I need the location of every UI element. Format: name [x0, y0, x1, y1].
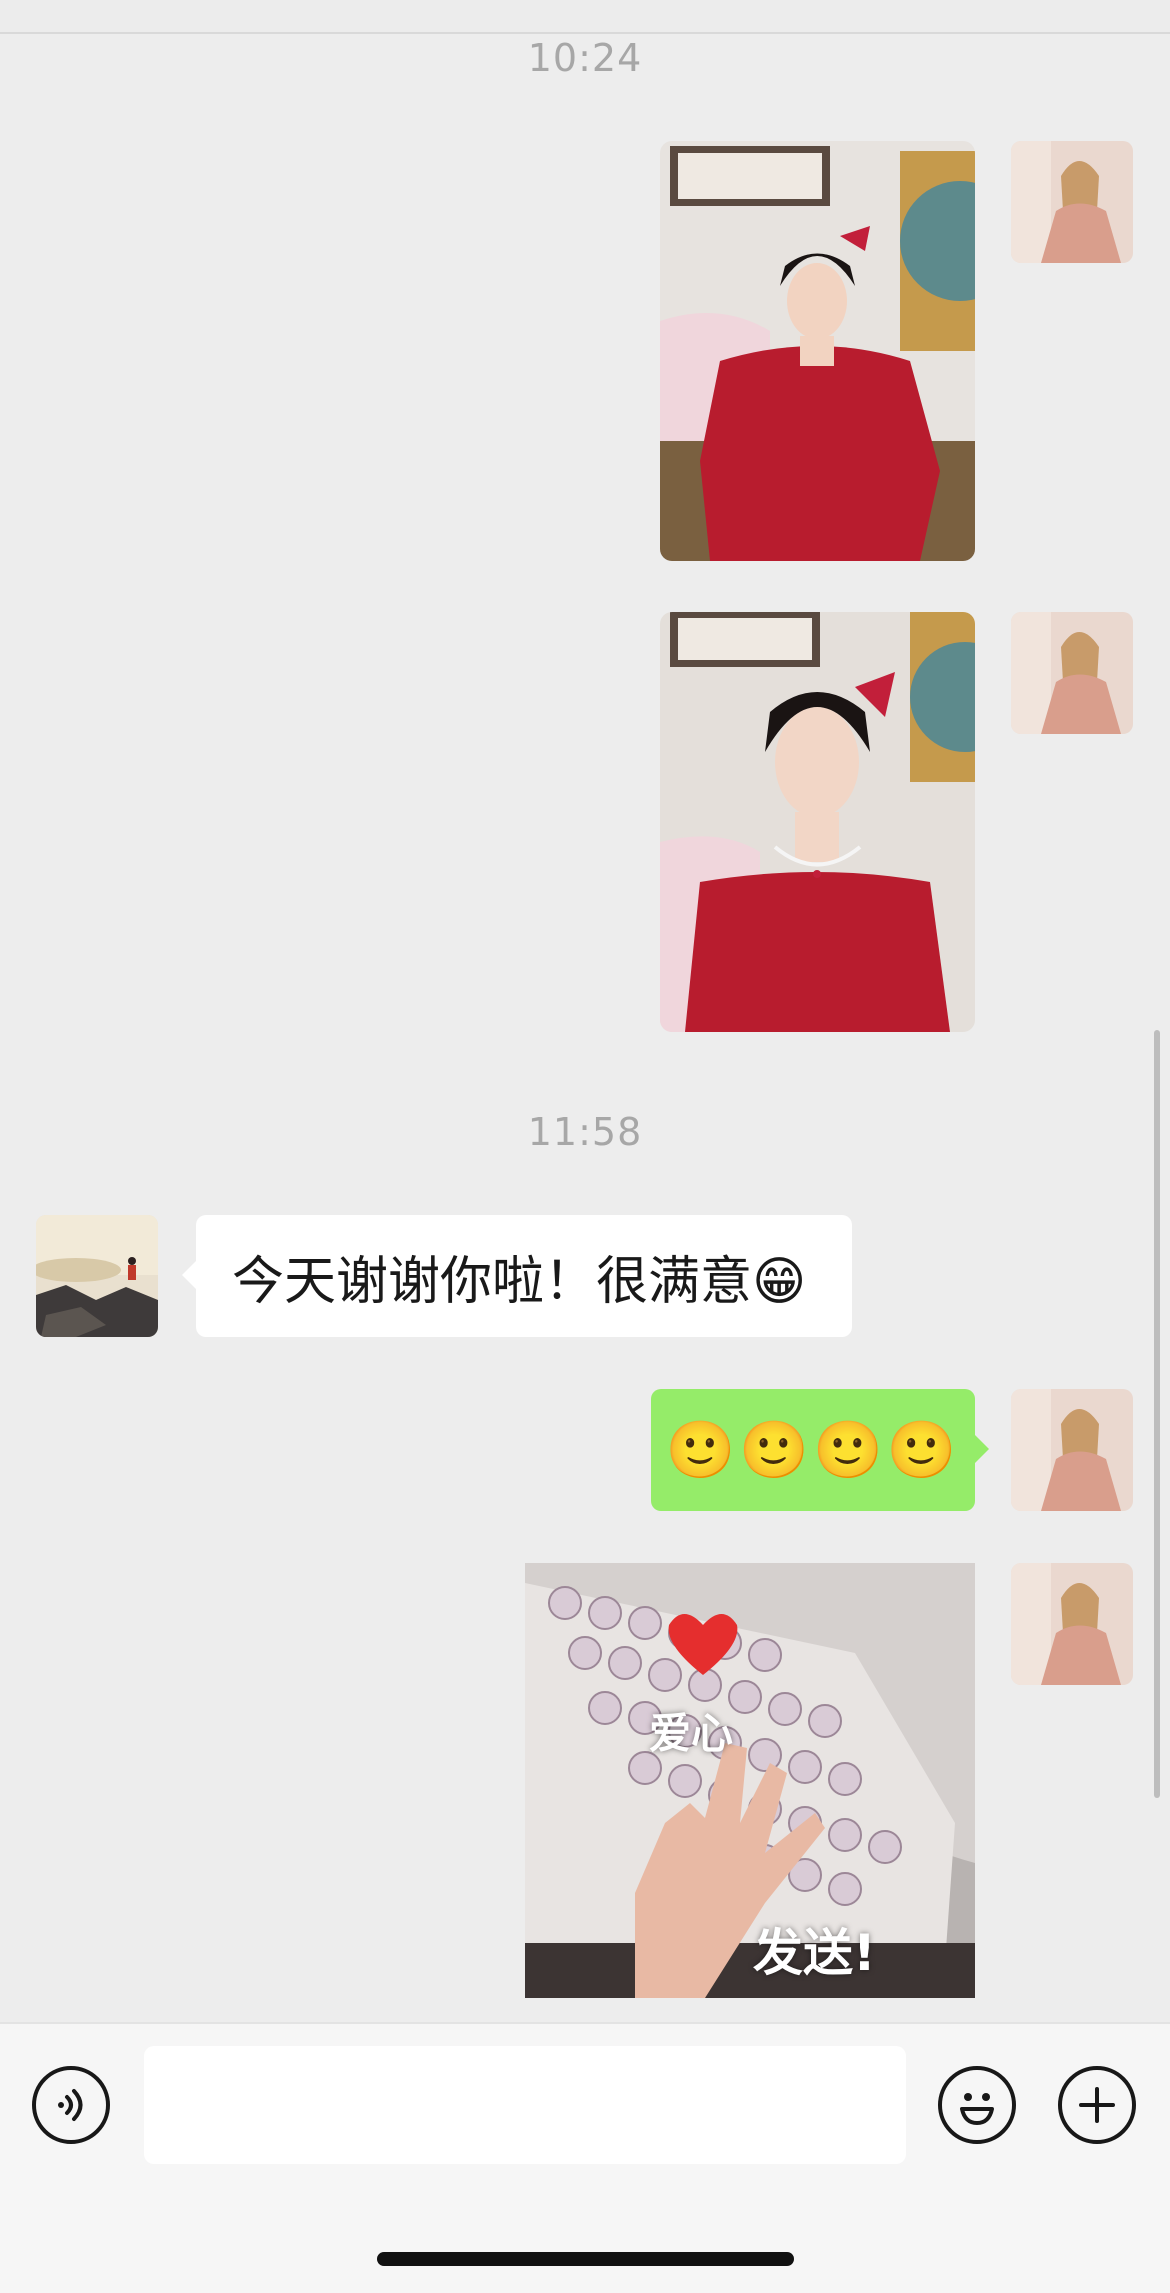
scrollbar[interactable]	[1154, 1030, 1160, 1798]
image-message[interactable]	[660, 141, 975, 561]
sticker-caption: 爱心	[649, 1709, 734, 1758]
emoji-button[interactable]	[938, 2066, 1016, 2144]
incoming-message-bubble[interactable]: 今天谢谢你啦！很满意😁	[182, 1215, 852, 1337]
my-avatar[interactable]	[1011, 1563, 1133, 1685]
image-message[interactable]	[660, 612, 975, 1032]
my-avatar[interactable]	[1011, 1389, 1133, 1511]
my-avatar[interactable]	[1011, 141, 1133, 263]
sticker-caption: 发送!	[753, 1924, 876, 1982]
voice-icon	[58, 2089, 83, 2121]
message-input[interactable]	[144, 2046, 906, 2164]
my-avatar[interactable]	[1011, 612, 1133, 734]
outgoing-message-bubble[interactable]: 🙂🙂🙂🙂	[651, 1389, 989, 1511]
add-button[interactable]	[1058, 2066, 1136, 2144]
sticker-message[interactable]: 爱心 发送!	[525, 1563, 975, 1998]
top-edge	[0, 0, 1170, 34]
message-timestamp: 11:58	[527, 1110, 643, 1154]
contact-avatar[interactable]	[36, 1215, 158, 1337]
emoji-icon	[960, 2093, 994, 2125]
message-timestamp: 10:24	[527, 36, 643, 80]
home-indicator	[377, 2252, 794, 2266]
plus-icon	[1079, 2087, 1115, 2123]
message-text: 🙂🙂🙂🙂	[665, 1418, 961, 1483]
voice-button[interactable]	[32, 2066, 110, 2144]
message-text: 今天谢谢你啦！很满意😁	[232, 1251, 807, 1312]
